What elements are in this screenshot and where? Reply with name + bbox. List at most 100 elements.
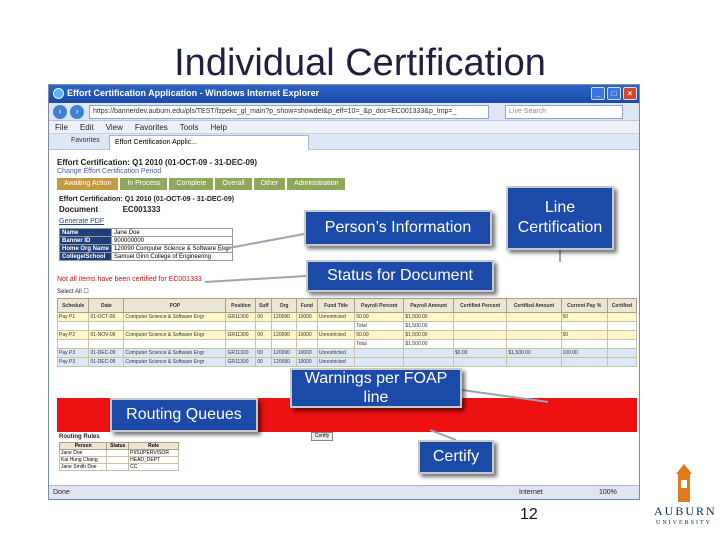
- forward-arrow-icon[interactable]: ›: [70, 105, 84, 119]
- grid-cell: [316, 339, 356, 349]
- grid-cell: GR11300: [225, 348, 257, 358]
- document-line: Document EC001333: [59, 205, 160, 214]
- grid-cell: 10000: [295, 357, 318, 367]
- routing-title: Routing Rules: [59, 434, 100, 440]
- routing-cell: PI/SUPERVISOR: [128, 449, 179, 457]
- status-text: Done: [53, 489, 70, 496]
- grid-cell: [560, 321, 608, 331]
- url-input[interactable]: https://bannerdev.auburn.edu/pls/TEST/fz…: [89, 105, 489, 119]
- zoom-level[interactable]: 100%: [599, 489, 617, 496]
- status-bar: Done Internet 100%: [49, 485, 639, 499]
- menu-view[interactable]: View: [106, 123, 123, 133]
- grid-cell: [606, 348, 638, 358]
- menu-favorites[interactable]: Favorites: [135, 123, 168, 133]
- minimize-button[interactable]: _: [591, 87, 605, 100]
- grid-cell: 50: [560, 330, 608, 340]
- tab-administration[interactable]: Administration: [287, 178, 346, 190]
- grid-cell: GR11300: [225, 330, 257, 340]
- routing-cell: Kai Hung Chang: [58, 456, 108, 464]
- grid-cell: [452, 321, 508, 331]
- grid-cell: [452, 339, 508, 349]
- person-row: College/School Samuel Ginn College of Eng…: [58, 252, 234, 261]
- tab-in-process[interactable]: In Process: [120, 178, 168, 190]
- grid-cell: [506, 357, 562, 367]
- slide-title: Individual Certification: [174, 42, 546, 84]
- grid-cell: 01-DEC-09: [88, 357, 125, 367]
- grid-cell: [506, 312, 562, 322]
- tab-overall[interactable]: Overall: [215, 178, 252, 190]
- grid-cell: [452, 357, 508, 367]
- page-number: 12: [520, 506, 538, 523]
- grid-cell: GR11300: [225, 357, 257, 367]
- grid-cell: [606, 321, 638, 331]
- search-input[interactable]: Live Search: [505, 105, 623, 119]
- grid-cell: Computer Science & Software Engr: [123, 348, 227, 358]
- grid-cell: [354, 357, 405, 367]
- grid-cell: $1,500.00: [403, 321, 454, 331]
- routing-row: Kai Hung Chang HEAD_DEPT: [58, 456, 179, 464]
- grid-column-header: Certified: [606, 298, 638, 313]
- app-nav-tabs: Awaiting Action In Process Complete Over…: [57, 178, 346, 190]
- select-all-checkbox[interactable]: Select All ☐: [57, 288, 89, 295]
- generate-pdf-link[interactable]: Generate PDF: [59, 218, 104, 225]
- tab-complete[interactable]: Complete: [169, 178, 214, 190]
- grid-cell: [606, 357, 638, 367]
- auburn-logo: AUBURN UNIVERSITY: [654, 464, 715, 534]
- routing-cell: [106, 463, 130, 471]
- grid-cell: $1,500.00: [403, 330, 454, 340]
- person-row: Name Jane Doe: [58, 228, 234, 237]
- grid-cell: Unrestricted: [316, 348, 356, 358]
- certify-button[interactable]: Certify: [311, 432, 333, 441]
- change-period-link[interactable]: Change Effort Certification Period: [57, 168, 161, 175]
- grid-cell: 100.00: [560, 348, 608, 358]
- menu-help[interactable]: Help: [210, 123, 226, 133]
- grid-column-header: Certified Amount: [506, 298, 562, 313]
- back-arrow-icon[interactable]: ‹: [53, 105, 67, 119]
- grid-cell: Computer Science & Software Engr: [123, 357, 227, 367]
- callout-line-cert-1: Line: [544, 199, 576, 216]
- tab-other[interactable]: Other: [253, 178, 286, 190]
- grid-cell: [354, 348, 405, 358]
- grid-cell: [56, 321, 90, 331]
- grid-cell: [255, 339, 273, 349]
- grid-cell: 120090: [271, 330, 297, 340]
- grid-cell: [606, 330, 638, 340]
- grid-cell: Unrestricted: [316, 330, 356, 340]
- menu-edit[interactable]: Edit: [80, 123, 94, 133]
- favorites-star-icon[interactable]: Favorites: [71, 137, 100, 144]
- routing-column-header: Person: [58, 442, 108, 450]
- grid-cell: [123, 339, 227, 349]
- person-row: Home Org Name 120090 Computer Science & S…: [58, 244, 234, 253]
- close-button[interactable]: ×: [623, 87, 637, 100]
- grid-cell: 50.00: [354, 330, 405, 340]
- routing-header-row: Person Status Role: [58, 442, 179, 450]
- grid-cell: [506, 330, 562, 340]
- person-field-label: Name: [58, 228, 113, 237]
- grid-cell: [295, 321, 318, 331]
- grid-cell: Pay P3: [56, 357, 90, 367]
- certification-grid: Schedule Date POP Position Suff Org Fund Fund T…: [56, 298, 638, 367]
- routing-row: Jane Doe PI/SUPERVISOR: [58, 449, 179, 457]
- grid-cell: [606, 339, 638, 349]
- grid-cell: [452, 312, 508, 322]
- menu-bar: File Edit View Favorites Tools Help: [49, 121, 639, 134]
- menu-tools[interactable]: Tools: [180, 123, 199, 133]
- menu-file[interactable]: File: [55, 123, 68, 133]
- grid-column-header: Schedule: [56, 298, 90, 313]
- tab-awaiting-action[interactable]: Awaiting Action: [57, 178, 119, 190]
- maximize-button[interactable]: □: [607, 87, 621, 100]
- grid-cell: GR11300: [225, 312, 257, 322]
- grid-cell: [606, 312, 638, 322]
- window-title: Effort Certification Application - Windo…: [67, 88, 320, 98]
- callout-line-certification: Line Certification: [506, 186, 614, 250]
- table-row: Pay P3 01-DEC-09 Computer Science & Softwa…: [56, 357, 638, 367]
- grid-cell: Total: [354, 339, 405, 349]
- grid-column-header: Org: [271, 298, 297, 313]
- browser-tab[interactable]: Effort Certification Applic...: [109, 135, 309, 150]
- grid-column-header: Date: [88, 298, 125, 313]
- grid-column-header: Certified Percent: [452, 298, 508, 313]
- grid-cell: $1,500.00: [403, 339, 454, 349]
- grid-cell: [295, 339, 318, 349]
- table-row: Total $1,500.00: [56, 339, 638, 349]
- grid-column-header: Payroll Amount: [403, 298, 454, 313]
